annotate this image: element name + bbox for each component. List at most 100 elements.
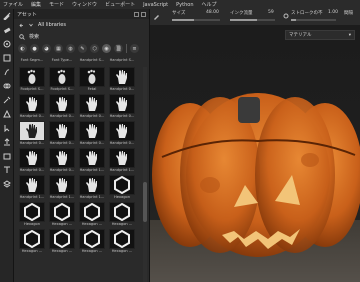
asset-label: Handprint 0... — [19, 141, 45, 145]
handprint-thumbnail — [19, 175, 45, 195]
view-toggle-icon[interactable]: ≡ — [130, 44, 139, 53]
handprint-thumbnail — [79, 94, 105, 114]
selection-tool-icon[interactable] — [0, 121, 14, 135]
asset-label: Handprint 0... — [49, 141, 75, 145]
chevron-down-icon[interactable] — [29, 23, 33, 27]
menu-item[interactable]: ヘルプ — [202, 1, 217, 8]
menu-item[interactable]: ウィンドウ — [72, 1, 97, 8]
smudge-tool-icon[interactable] — [0, 65, 14, 79]
polygon-fill-icon[interactable] — [0, 107, 14, 121]
footprint-thumbnail — [79, 67, 105, 87]
asset-label: Handprint 0... — [109, 141, 135, 145]
asset-tile[interactable]: Handprint 1... — [48, 175, 76, 200]
filter-smart-material-icon[interactable]: ◕ — [42, 44, 51, 53]
asset-tile[interactable]: Handprint 1... — [18, 175, 46, 200]
bake-icon[interactable] — [0, 149, 14, 163]
close-icon[interactable] — [141, 11, 146, 17]
asset-tile[interactable]: Handprint 0... — [108, 121, 136, 146]
projection-tool-icon[interactable] — [0, 37, 14, 51]
asset-tile[interactable]: Hexagon — [18, 202, 46, 227]
asset-tile[interactable]: Footprint S... — [18, 67, 46, 92]
asset-tile[interactable]: Handprint 0... — [18, 148, 46, 173]
search-row[interactable]: 検索 — [14, 31, 149, 42]
assets-panel-header: アセット — [14, 9, 149, 19]
assets-scrollbar[interactable] — [143, 67, 147, 282]
menu-item[interactable]: JavaScript — [143, 2, 168, 8]
asset-tile[interactable]: Hexagon ... — [78, 229, 106, 254]
export-icon[interactable] — [0, 135, 14, 149]
handprint-thumbnail — [79, 148, 105, 168]
asset-tile[interactable]: Handprint 0... — [108, 94, 136, 119]
asset-grid: Footprint S... Footprint S... Fetal Handpri… — [18, 67, 138, 254]
hexagon-thumbnail — [49, 202, 75, 222]
stroke-slider[interactable] — [291, 19, 336, 21]
clone-tool-icon[interactable] — [0, 79, 14, 93]
asset-tile[interactable]: Hexagon ... — [18, 229, 46, 254]
filter-material-icon[interactable]: ● — [30, 44, 39, 53]
asset-tile[interactable]: Handprint 0... — [18, 94, 46, 119]
asset-tile[interactable]: Handprint 0... — [78, 94, 106, 119]
layers-icon[interactable] — [0, 177, 14, 191]
asset-tile[interactable]: Fetal — [78, 67, 106, 92]
filter-texture-icon[interactable]: ▦ — [54, 44, 63, 53]
asset-tile[interactable]: Footprint S... — [48, 67, 76, 92]
filter-alpha-icon[interactable]: ◍ — [66, 44, 75, 53]
asset-tile[interactable]: Hexagon ... — [108, 229, 136, 254]
asset-tile[interactable]: Hexagon — [108, 175, 136, 200]
asset-label: Handprint 0... — [109, 114, 135, 118]
hexagon-thumbnail — [19, 229, 45, 249]
menu-item[interactable]: 編集 — [31, 1, 41, 8]
menu-item[interactable]: モード — [49, 1, 64, 8]
geometry-fill-icon[interactable] — [0, 51, 14, 65]
asset-label: Footprint S... — [50, 87, 74, 91]
asset-label: Hexagon ... — [51, 249, 73, 253]
asset-tile[interactable]: Hexagon ... — [78, 202, 106, 227]
menu-item[interactable]: Python — [176, 2, 193, 8]
maximize-icon[interactable] — [134, 11, 139, 17]
handprint-thumbnail — [49, 121, 75, 141]
filter-brush-icon[interactable]: ✎ — [78, 44, 87, 53]
hexagon-thumbnail — [49, 229, 75, 249]
size-slider[interactable] — [172, 19, 220, 21]
brush-tool-icon[interactable] — [0, 9, 14, 23]
asset-label: Handprint 1... — [79, 168, 105, 172]
handprint-thumbnail — [109, 121, 135, 141]
back-arrow-icon[interactable] — [19, 23, 24, 28]
asset-tile[interactable]: Handprint 0... — [108, 67, 136, 92]
footprint-thumbnail — [49, 67, 75, 87]
stroke-value[interactable]: 1.00 — [328, 10, 338, 15]
library-breadcrumb[interactable]: All libraries — [38, 22, 66, 28]
asset-tile[interactable]: Handprint 0... — [18, 121, 46, 146]
filter-procedural-icon[interactable]: ⬡ — [90, 44, 99, 53]
filter-stencil-icon[interactable]: ◉ — [102, 44, 111, 53]
text-tool-icon[interactable] — [0, 163, 14, 177]
asset-tile[interactable]: Hexagon ... — [108, 202, 136, 227]
flow-value[interactable]: 59 — [268, 10, 274, 15]
menu-item[interactable]: ビューポート — [105, 1, 135, 8]
flow-slider[interactable] — [230, 19, 275, 21]
filter-grunge-icon[interactable]: ▒ — [114, 44, 123, 53]
search-input[interactable]: 検索 — [29, 33, 39, 40]
asset-tile[interactable]: Hexagon ... — [48, 229, 76, 254]
asset-label: Handprint 1... — [49, 195, 75, 199]
asset-tile[interactable]: Hexagon ... — [48, 202, 76, 227]
asset-tile[interactable]: Handprint 1... — [108, 148, 136, 173]
asset-label: Handprint 0... — [49, 114, 75, 118]
asset-tile[interactable]: Handprint 0... — [78, 121, 106, 146]
asset-tile[interactable]: Handprint 1... — [78, 148, 106, 173]
size-value[interactable]: 48.00 — [206, 10, 219, 15]
3d-viewport[interactable]: マテリアル ▾ — [150, 25, 360, 282]
breadcrumb[interactable]: All libraries — [14, 19, 149, 31]
filter-all-icon[interactable]: ◐ — [18, 44, 27, 53]
asset-tile[interactable]: Handprint 1... — [78, 175, 106, 200]
asset-tile[interactable]: Handprint 0... — [48, 94, 76, 119]
asset-tile[interactable]: Handprint 0... — [48, 148, 76, 173]
handprint-thumbnail — [109, 148, 135, 168]
menu-item[interactable]: ファイル — [3, 1, 23, 8]
size-slider-fill — [172, 19, 194, 21]
picker-tool-icon[interactable] — [0, 93, 14, 107]
hexagon-thumbnail — [19, 202, 45, 222]
eraser-tool-icon[interactable] — [0, 23, 14, 37]
scrollbar-thumb[interactable] — [143, 182, 147, 222]
asset-tile[interactable]: Handprint 0... — [48, 121, 76, 146]
